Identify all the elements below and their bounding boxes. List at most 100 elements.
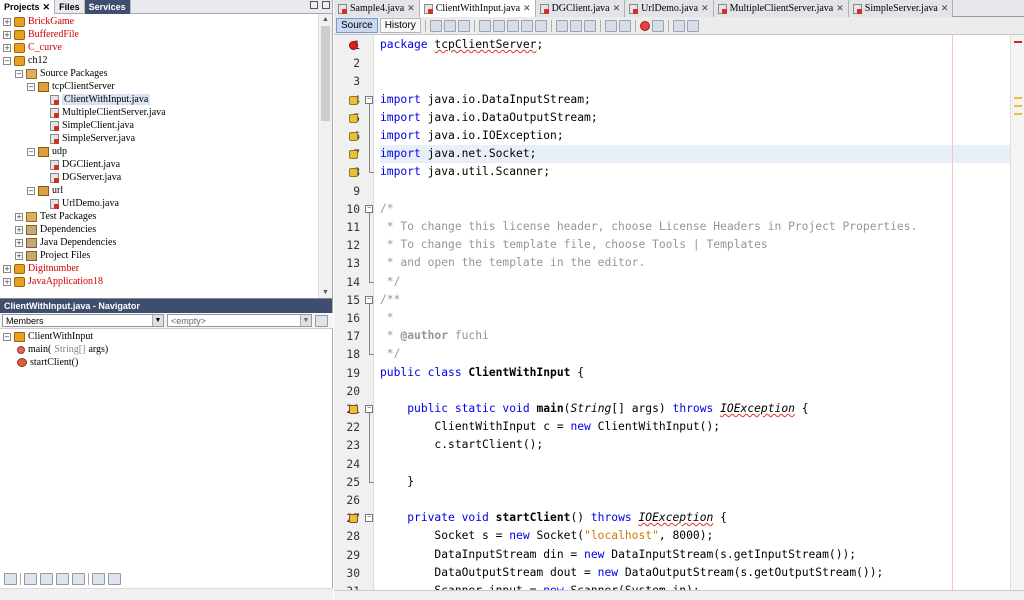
previous-bookmark-icon[interactable] (555, 19, 568, 32)
code-line[interactable]: Socket s = new Socket("localhost", 8000)… (380, 527, 1010, 545)
filter-static-icon[interactable] (24, 573, 37, 585)
toggle-rectangular-selection-icon[interactable] (534, 19, 547, 32)
file-tab[interactable]: ClientWithInput.java ✕ (419, 0, 536, 17)
filter-inner-icon[interactable] (72, 573, 85, 585)
expand-icon[interactable]: + (3, 264, 11, 273)
collapse-icon[interactable]: − (15, 69, 23, 78)
warning-marker[interactable] (1014, 97, 1022, 99)
tree-item[interactable]: − tcpClientServer (27, 80, 115, 93)
code-line[interactable]: * (380, 309, 1010, 327)
expand-icon[interactable]: + (15, 212, 23, 221)
code-line[interactable]: */ (380, 273, 1010, 291)
comment-icon[interactable] (672, 19, 685, 32)
tab-services[interactable]: Services (84, 0, 131, 14)
tree-item[interactable]: + BrickGame (3, 15, 74, 28)
code-line[interactable]: public class ClientWithInput { (380, 364, 1010, 382)
code-line[interactable] (380, 182, 1010, 200)
code-line[interactable]: private void startClient() throws IOExce… (380, 509, 1010, 527)
close-icon[interactable]: ✕ (613, 4, 621, 14)
code-line[interactable] (380, 491, 1010, 509)
expand-icon[interactable]: + (3, 17, 11, 26)
code-line[interactable]: public static void main(String[] args) t… (380, 400, 1010, 418)
find-selection-icon[interactable] (478, 19, 491, 32)
collapse-icon[interactable]: − (27, 82, 35, 91)
code-line[interactable] (380, 455, 1010, 473)
tree-item[interactable]: + C_curve (3, 41, 62, 54)
tree-item[interactable]: + Digitnumber (3, 262, 79, 275)
collapse-icon[interactable]: − (27, 147, 35, 156)
source-button[interactable]: Source (336, 18, 378, 33)
tree-item[interactable]: + Java Dependencies (15, 236, 116, 249)
fold-toggle-icon[interactable]: − (365, 514, 373, 523)
scope-select[interactable]: <empty> ▼ (167, 314, 312, 327)
tree-item[interactable]: + Dependencies (15, 223, 96, 236)
code-area[interactable]: package tcpClientServer; import java.io.… (380, 35, 1010, 590)
error-marker[interactable] (1014, 41, 1022, 43)
expand-icon[interactable]: + (3, 30, 11, 39)
find-previous-icon[interactable] (492, 19, 505, 32)
navigator-item[interactable]: startClient() (17, 356, 78, 369)
fold-toggle-icon[interactable]: − (365, 95, 373, 104)
tab-projects[interactable]: Projects ✕ (0, 0, 56, 14)
projects-scrollbar[interactable]: ▲ ▼ (318, 14, 332, 298)
error-stripe[interactable] (1010, 35, 1024, 590)
fold-toggle-icon[interactable]: − (365, 204, 373, 213)
forward-icon[interactable] (457, 19, 470, 32)
collapse-icon[interactable]: − (27, 186, 35, 195)
hint-icon[interactable] (349, 405, 358, 414)
error-icon[interactable] (349, 41, 358, 50)
collapse-icon[interactable]: − (3, 56, 11, 65)
navigator-item[interactable]: main(String[] args) (17, 343, 108, 356)
code-line[interactable] (380, 72, 1010, 90)
tree-item[interactable]: DGServer.java (39, 171, 121, 184)
last-edit-icon[interactable] (429, 19, 442, 32)
close-icon[interactable]: ✕ (523, 4, 531, 14)
code-line[interactable]: import java.util.Scanner; (380, 163, 1010, 181)
history-button[interactable]: History (379, 18, 421, 33)
file-tab[interactable]: MultipleClientServer.java ✕ (713, 0, 849, 17)
navigator-item[interactable]: − ClientWithInput (3, 330, 93, 343)
tree-item[interactable]: ClientWithInput.java (39, 93, 151, 106)
shift-right-icon[interactable] (618, 19, 631, 32)
tree-item[interactable]: − udp (27, 145, 67, 158)
stop-macro-icon[interactable] (651, 19, 664, 32)
navigator-options-icon[interactable] (315, 314, 328, 327)
scroll-down-icon[interactable]: ▼ (322, 289, 329, 296)
warning-marker[interactable] (1014, 105, 1022, 107)
tree-item[interactable]: + Project Files (15, 249, 90, 262)
fold-toggle-icon[interactable]: − (365, 295, 373, 304)
hint-icon[interactable] (349, 113, 358, 123)
code-line[interactable]: * and open the template in the editor. (380, 254, 1010, 272)
code-line[interactable]: */ (380, 345, 1010, 363)
tree-item[interactable]: + BufferedFile (3, 28, 79, 41)
expand-icon[interactable]: + (3, 43, 11, 52)
scroll-thumb[interactable] (321, 26, 330, 121)
uncomment-icon[interactable] (686, 19, 699, 32)
minimize-icon[interactable] (310, 1, 318, 9)
hint-icon[interactable] (349, 95, 358, 105)
scroll-up-icon[interactable]: ▲ (322, 16, 329, 23)
code-line[interactable] (380, 382, 1010, 400)
code-line[interactable]: * To change this template file, choose T… (380, 236, 1010, 254)
code-line[interactable]: c.startClient(); (380, 436, 1010, 454)
hint-icon[interactable] (349, 132, 358, 141)
code-line[interactable] (380, 54, 1010, 72)
sort-name-icon[interactable] (92, 573, 105, 585)
code-line[interactable]: ClientWithInput c = new ClientWithInput(… (380, 418, 1010, 436)
toggle-bookmark-icon[interactable] (583, 19, 596, 32)
editor-horizontal-scrollbar[interactable] (334, 590, 1024, 600)
code-line[interactable]: import java.io.DataInputStream; (380, 91, 1010, 109)
close-icon[interactable]: ✕ (701, 4, 709, 14)
navigator-title[interactable]: ClientWithInput.java - Navigator (0, 299, 332, 313)
toggle-highlight-icon[interactable] (520, 19, 533, 32)
code-line[interactable]: Scanner input = new Scanner(System.in); (380, 582, 1010, 590)
tree-item[interactable]: − url (27, 184, 63, 197)
file-tab[interactable]: SimpleServer.java ✕ (848, 0, 954, 17)
sort-source-icon[interactable] (108, 573, 121, 585)
members-select[interactable]: Members ▼ (2, 314, 164, 327)
expand-icon[interactable]: + (15, 251, 23, 260)
fold-toggle-icon[interactable]: − (365, 405, 373, 413)
tree-item[interactable]: SimpleServer.java (39, 132, 135, 145)
expand-icon[interactable]: + (3, 277, 11, 286)
code-line[interactable]: DataInputStream din = new DataInputStrea… (380, 546, 1010, 564)
